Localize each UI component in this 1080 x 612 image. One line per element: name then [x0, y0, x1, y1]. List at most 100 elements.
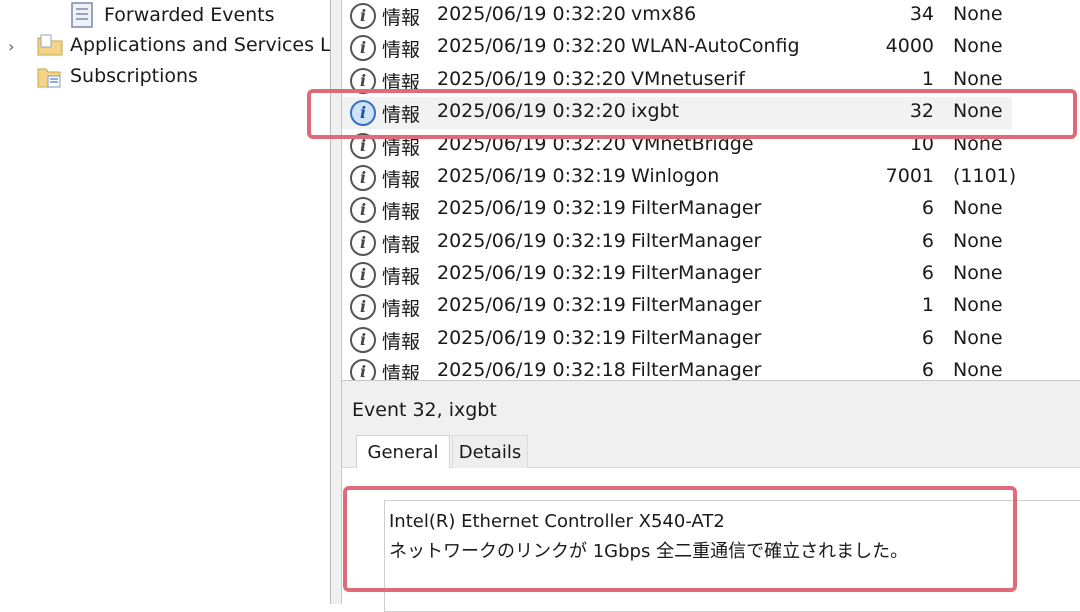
info-icon: i	[350, 294, 376, 320]
console-tree: Forwarded Events › Applications and Serv…	[0, 0, 330, 604]
info-icon: i	[350, 3, 376, 29]
event-message-line-1: Intel(R) Ethernet Controller X540-AT2	[389, 511, 725, 532]
cell-event-id: 6	[921, 327, 934, 349]
cell-level: 情報	[382, 298, 421, 320]
cell-task: (1101)	[953, 165, 1017, 187]
cell-event-id: 6	[921, 197, 934, 219]
cell-level: 情報	[382, 201, 421, 223]
cell-level: 情報	[382, 363, 421, 380]
cell-level: 情報	[382, 104, 421, 126]
cell-task: None	[953, 68, 1003, 90]
info-icon: i	[350, 100, 376, 126]
tab-details[interactable]: Details	[452, 435, 528, 468]
event-details-pane: Event 32, ixgbt General Details Intel(R)…	[342, 380, 1080, 612]
cell-source: FilterManager	[631, 197, 762, 219]
info-icon: i	[350, 327, 376, 353]
cell-source: FilterManager	[631, 230, 762, 252]
cell-date: 2025/06/19 0:32:19	[437, 327, 626, 349]
table-row[interactable]: i 情報 2025/06/19 0:32:20 VMnetBridge 10 N…	[342, 130, 1012, 162]
table-row[interactable]: i 情報 2025/06/19 0:32:18 FilterManager 6 …	[342, 356, 1012, 380]
table-row[interactable]: i 情報 2025/06/19 0:32:19 FilterManager 6 …	[342, 194, 1012, 226]
cell-source: VMnetuserif	[631, 68, 745, 90]
cell-task: None	[953, 197, 1003, 219]
table-row[interactable]: i 情報 2025/06/19 0:32:19 FilterManager 1 …	[342, 291, 1012, 323]
cell-task: None	[953, 327, 1003, 349]
tree-item-label: Applications and Services Log	[70, 34, 330, 56]
table-row[interactable]: i 情報 2025/06/19 0:32:20 VMnetuserif 1 No…	[342, 65, 1012, 97]
cell-task: None	[953, 359, 1003, 380]
cell-date: 2025/06/19 0:32:20	[437, 35, 626, 57]
cell-event-id: 34	[909, 3, 934, 25]
cell-source: FilterManager	[631, 262, 762, 284]
cell-source: FilterManager	[631, 359, 762, 380]
tree-item-subscriptions[interactable]: Subscriptions	[36, 62, 198, 90]
cell-source: FilterManager	[631, 327, 762, 349]
table-row[interactable]: i 情報 2025/06/19 0:32:19 FilterManager 6 …	[342, 324, 1012, 356]
tab-general[interactable]: General	[356, 435, 450, 468]
cell-level: 情報	[382, 331, 421, 353]
cell-event-id: 7001	[885, 165, 934, 187]
general-tab-panel: Intel(R) Ethernet Controller X540-AT2 ネッ…	[342, 468, 1080, 612]
cell-event-id: 1	[921, 68, 934, 90]
cell-task: None	[953, 133, 1003, 155]
cell-level: 情報	[382, 137, 421, 159]
cell-source: WLAN-AutoConfig	[631, 35, 800, 57]
cell-source: vmx86	[631, 3, 697, 25]
pane-splitter[interactable]	[330, 0, 342, 604]
table-row[interactable]: i 情報 2025/06/19 0:32:20 WLAN-AutoConfig …	[342, 32, 1012, 64]
cell-date: 2025/06/19 0:32:19	[437, 165, 626, 187]
table-row[interactable]: i 情報 2025/06/19 0:32:20 vmx86 34 None	[342, 0, 1012, 32]
cell-event-id: 6	[921, 230, 934, 252]
cell-task: None	[953, 3, 1003, 25]
cell-level: 情報	[382, 7, 421, 29]
cell-level: 情報	[382, 39, 421, 61]
cell-task: None	[953, 100, 1003, 122]
cell-event-id: 6	[921, 359, 934, 380]
info-icon: i	[350, 68, 376, 94]
cell-level: 情報	[382, 234, 421, 256]
info-icon: i	[350, 35, 376, 61]
cell-task: None	[953, 294, 1003, 316]
event-details-title: Event 32, ixgbt	[352, 399, 497, 421]
cell-task: None	[953, 35, 1003, 57]
details-tab-strip: General Details	[342, 431, 1080, 468]
subscriptions-icon	[37, 68, 61, 88]
event-message-box[interactable]: Intel(R) Ethernet Controller X540-AT2 ネッ…	[384, 500, 1080, 612]
folder-icon	[37, 34, 63, 56]
cell-level: 情報	[382, 266, 421, 288]
cell-date: 2025/06/19 0:32:20	[437, 100, 626, 122]
info-icon: i	[350, 359, 376, 380]
chevron-right-icon[interactable]: ›	[8, 37, 14, 56]
table-row-selected[interactable]: i 情報 2025/06/19 0:32:20 ixgbt 32 None	[342, 97, 1012, 129]
cell-source: Winlogon	[631, 165, 720, 187]
cell-level: 情報	[382, 72, 421, 94]
info-icon: i	[350, 230, 376, 256]
cell-date: 2025/06/19 0:32:20	[437, 68, 626, 90]
info-icon: i	[350, 197, 376, 223]
tree-item-label: Subscriptions	[70, 65, 198, 87]
cell-source: FilterManager	[631, 294, 762, 316]
table-row[interactable]: i 情報 2025/06/19 0:32:19 FilterManager 6 …	[342, 227, 1012, 259]
tree-item-label: Forwarded Events	[104, 4, 275, 26]
info-icon: i	[350, 165, 376, 191]
log-file-icon	[71, 2, 93, 28]
cell-task: None	[953, 230, 1003, 252]
cell-level: 情報	[382, 169, 421, 191]
cell-event-id: 32	[909, 100, 934, 122]
cell-date: 2025/06/19 0:32:20	[437, 133, 626, 155]
table-row[interactable]: i 情報 2025/06/19 0:32:19 FilterManager 6 …	[342, 259, 1012, 291]
cell-date: 2025/06/19 0:32:19	[437, 230, 626, 252]
tree-item-applications-and-services-logs[interactable]: Applications and Services Log	[36, 31, 330, 59]
event-list: i 情報 2025/06/19 0:32:20 vmx86 34 None i …	[342, 0, 1080, 380]
cell-date: 2025/06/19 0:32:19	[437, 262, 626, 284]
cell-source: VMnetBridge	[631, 133, 754, 155]
cell-event-id: 1	[921, 294, 934, 316]
info-icon: i	[350, 262, 376, 288]
tree-item-forwarded-events[interactable]: Forwarded Events	[70, 1, 275, 29]
cell-date: 2025/06/19 0:32:20	[437, 3, 626, 25]
cell-source: ixgbt	[631, 100, 680, 122]
info-icon: i	[350, 133, 376, 159]
table-row[interactable]: i 情報 2025/06/19 0:32:19 Winlogon 7001 (1…	[342, 162, 1016, 194]
cell-date: 2025/06/19 0:32:18	[437, 359, 626, 380]
event-message-line-2: ネットワークのリンクが 1Gbps 全二重通信で確立されました。	[389, 541, 909, 562]
